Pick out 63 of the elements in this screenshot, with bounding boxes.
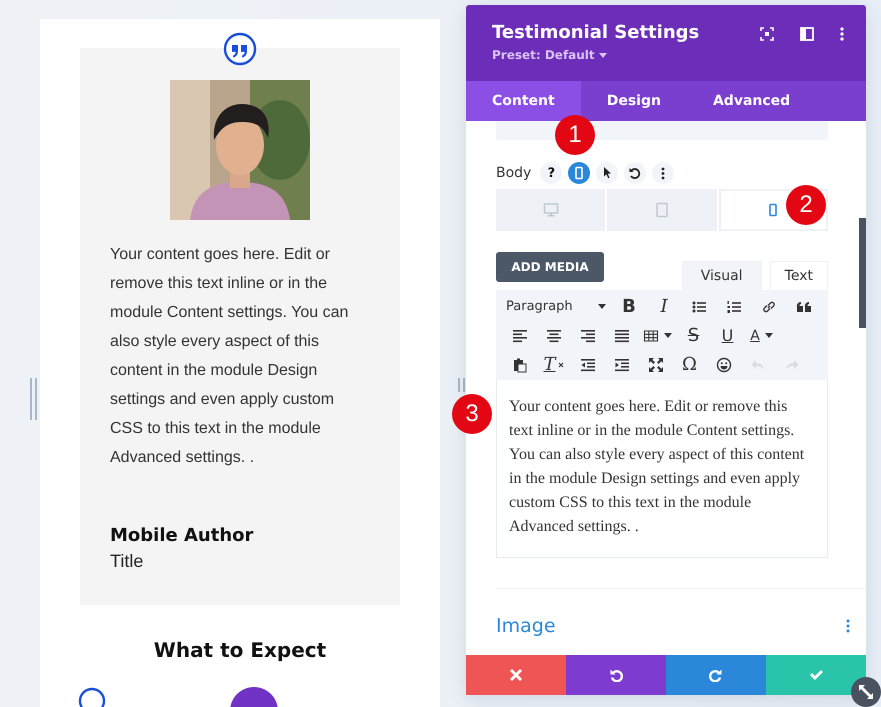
panel-title: Testimonial Settings xyxy=(492,21,700,45)
strike-button[interactable]: S xyxy=(678,322,709,348)
more-button[interactable] xyxy=(652,162,674,184)
reset-button[interactable] xyxy=(624,162,646,184)
sidebar-icon[interactable] xyxy=(800,27,814,41)
panel-tab[interactable]: Content xyxy=(466,81,581,121)
x-icon xyxy=(558,362,564,368)
panel-tab[interactable]: Advanced xyxy=(686,81,816,121)
symbol-button[interactable]: Ω xyxy=(674,352,705,378)
more-icon xyxy=(661,166,666,180)
numbers-icon xyxy=(726,298,742,314)
justify-icon xyxy=(614,328,630,344)
caret-icon xyxy=(664,333,672,338)
undo-icon xyxy=(609,668,623,682)
align-left-icon xyxy=(512,328,528,344)
add-media-button[interactable]: ADD MEDIA xyxy=(496,252,604,282)
drag-handle[interactable] xyxy=(458,378,465,392)
italic-button[interactable]: I xyxy=(648,294,680,320)
check-icon xyxy=(809,668,823,682)
phone-button[interactable] xyxy=(568,162,590,184)
color-button[interactable]: A xyxy=(746,322,777,348)
close-icon xyxy=(509,668,523,682)
outdent-icon xyxy=(580,356,596,372)
author-name: Mobile Author xyxy=(110,524,254,548)
fullscreen-icon xyxy=(648,356,664,372)
author-title: Title xyxy=(110,550,144,573)
step-badge: 3 xyxy=(452,394,492,434)
field-label: Body xyxy=(496,165,532,181)
drag-handle[interactable] xyxy=(30,378,37,420)
editor-tab[interactable]: Visual xyxy=(682,261,762,290)
save-button[interactable] xyxy=(766,655,866,695)
pointer-button[interactable] xyxy=(596,162,618,184)
align-center-icon xyxy=(546,328,562,344)
testimonial-text: Your content goes here. Edit or remove this text inline or in the module Content settings. You can also style every aspect of this content in the module Design settings and even apply custom CSS to this text in the module Advanced settings. . xyxy=(110,245,350,468)
clear-button[interactable]: T xyxy=(538,352,569,378)
table-icon xyxy=(643,328,659,344)
more-icon[interactable] xyxy=(840,27,844,41)
section-toggle[interactable]: Image xyxy=(496,615,556,637)
emoji-icon xyxy=(716,356,732,372)
caret-icon xyxy=(764,333,773,338)
bullets-icon xyxy=(691,298,707,314)
paste-icon xyxy=(512,356,528,372)
editor-tab[interactable]: Text xyxy=(770,261,828,290)
resize-icon[interactable] xyxy=(851,677,881,707)
more-icon[interactable] xyxy=(846,619,850,633)
scrollbar[interactable] xyxy=(859,218,866,328)
focus-icon[interactable] xyxy=(760,27,774,41)
input-field[interactable] xyxy=(496,121,828,140)
underline-button[interactable]: U xyxy=(712,322,743,348)
align-right-icon xyxy=(580,328,596,344)
redo-icon xyxy=(709,668,723,682)
format-dropdown[interactable]: Paragraph xyxy=(504,299,610,314)
desktop-icon xyxy=(542,202,559,218)
editor-text[interactable]: Your content goes here. Edit or remove this text inline or in the module Content settings. You can also style every aspect of this content in the module Design settings and even apply custom CSS to this text in the module Advanced settings. . xyxy=(496,380,828,558)
tablet-icon xyxy=(654,202,670,218)
preset-dropdown[interactable]: Preset: Default xyxy=(492,48,607,62)
caret-icon xyxy=(598,304,606,309)
bold-button[interactable]: B xyxy=(613,294,645,320)
section-heading: What to Expect xyxy=(152,637,328,664)
link-icon xyxy=(761,298,777,314)
indent-icon xyxy=(614,356,630,372)
help-button[interactable]: ? xyxy=(540,162,562,184)
caret-icon xyxy=(598,52,607,58)
